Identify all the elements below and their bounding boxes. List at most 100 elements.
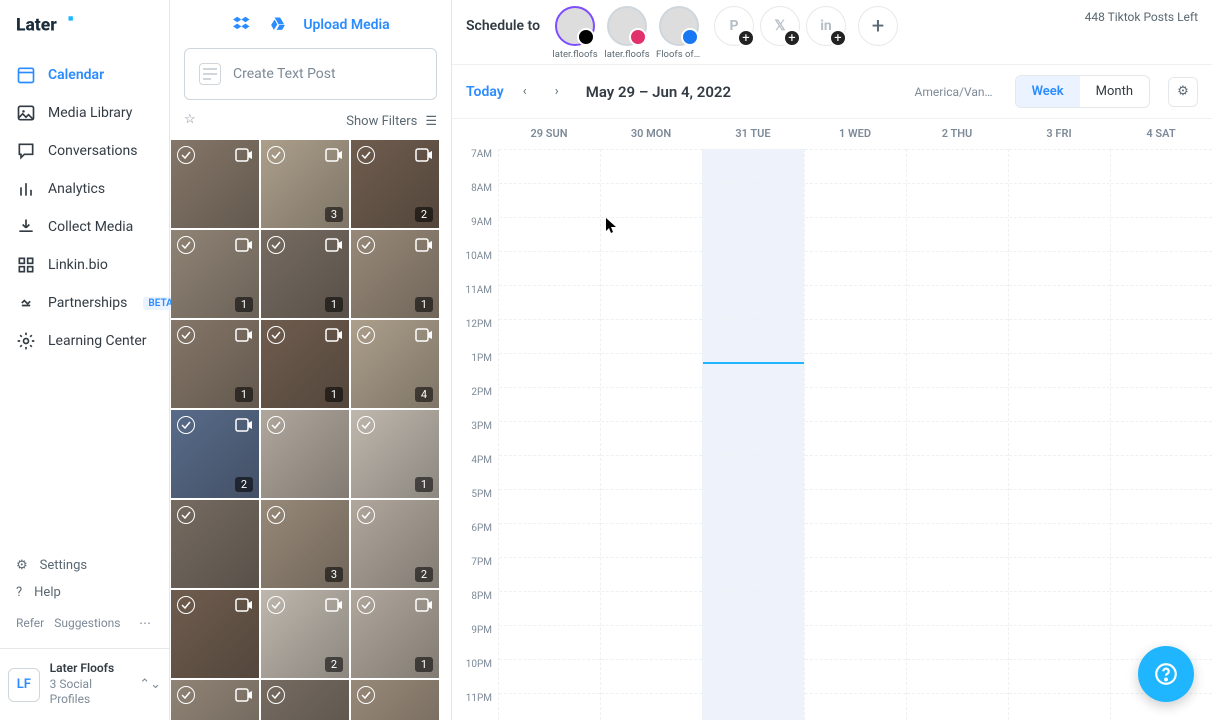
plus-icon: +	[829, 29, 847, 47]
timezone-label[interactable]: America/Van…	[915, 85, 993, 99]
video-icon	[235, 416, 253, 434]
create-text-post[interactable]: Create Text Post	[184, 48, 437, 100]
select-check-icon[interactable]	[267, 326, 285, 344]
help-link[interactable]: ?Help	[16, 579, 153, 606]
gdrive-icon[interactable]	[267, 14, 289, 36]
handshake-icon	[16, 293, 36, 313]
help-chat-button[interactable]	[1138, 646, 1194, 702]
select-check-icon[interactable]	[357, 236, 375, 254]
calendar-icon	[16, 65, 36, 85]
day-header: 31 TUE	[702, 119, 804, 149]
svg-text:Later: Later	[16, 15, 57, 35]
sidebar-item-collect-media[interactable]: Collect Media	[0, 208, 169, 246]
select-check-icon[interactable]	[357, 326, 375, 344]
media-thumbnail[interactable]: 1	[351, 410, 439, 498]
sidebar-item-media-library[interactable]: Media Library	[0, 94, 169, 132]
select-check-icon[interactable]	[177, 416, 195, 434]
refer-link[interactable]: Refer	[16, 616, 44, 630]
media-thumbnail[interactable]	[261, 680, 349, 720]
image-icon	[16, 103, 36, 123]
settings-link[interactable]: ⚙Settings	[16, 552, 153, 579]
more-icon[interactable]: ⋯	[139, 616, 153, 630]
select-check-icon[interactable]	[357, 686, 375, 704]
media-thumbnail[interactable]: 1	[351, 590, 439, 678]
sidebar-item-linkin-bio[interactable]: Linkin.bio	[0, 246, 169, 284]
select-check-icon[interactable]	[177, 596, 195, 614]
time-label: 10AM	[452, 251, 498, 285]
day-column[interactable]	[1110, 149, 1212, 720]
media-thumbnail[interactable]: 1	[261, 230, 349, 318]
select-check-icon[interactable]	[177, 236, 195, 254]
prev-week-button[interactable]: ‹	[514, 81, 536, 103]
day-column[interactable]	[804, 149, 906, 720]
date-range-label: May 29 – Jun 4, 2022	[586, 83, 731, 101]
video-icon	[415, 236, 433, 254]
select-check-icon[interactable]	[357, 596, 375, 614]
select-check-icon[interactable]	[267, 506, 285, 524]
month-view-button[interactable]: Month	[1080, 76, 1149, 107]
usage-count-badge: 1	[415, 297, 433, 312]
day-column[interactable]	[1008, 149, 1110, 720]
select-check-icon[interactable]	[357, 146, 375, 164]
day-column[interactable]	[906, 149, 1008, 720]
today-button[interactable]: Today	[466, 84, 504, 100]
week-view-button[interactable]: Week	[1016, 76, 1080, 107]
select-check-icon[interactable]	[177, 326, 195, 344]
select-check-icon[interactable]	[177, 506, 195, 524]
account-avatar-fb[interactable]	[659, 6, 699, 46]
day-column[interactable]	[498, 149, 600, 720]
sidebar-item-partnerships[interactable]: PartnershipsBETA	[0, 284, 169, 322]
profile-switcher[interactable]: LF Later Floofs 3 Social Profiles ⌃⌄	[0, 648, 169, 720]
media-thumbnail[interactable]	[171, 590, 259, 678]
sidebar-item-calendar[interactable]: Calendar	[0, 56, 169, 94]
day-header: 29 SUN	[498, 119, 600, 149]
select-check-icon[interactable]	[177, 686, 195, 704]
video-icon	[325, 596, 343, 614]
media-thumbnail[interactable]	[171, 500, 259, 588]
select-check-icon[interactable]	[357, 506, 375, 524]
media-thumbnail[interactable]: 3	[261, 140, 349, 228]
media-thumbnail[interactable]: 1	[171, 230, 259, 318]
media-thumbnail[interactable]: 1	[351, 230, 439, 318]
plus-icon: +	[737, 29, 755, 47]
media-thumbnail[interactable]: 2	[351, 140, 439, 228]
fb-badge-icon	[681, 28, 699, 46]
select-check-icon[interactable]	[267, 236, 285, 254]
select-check-icon[interactable]	[267, 686, 285, 704]
favorite-filter-icon[interactable]: ☆	[184, 112, 202, 130]
sidebar-item-analytics[interactable]: Analytics	[0, 170, 169, 208]
select-check-icon[interactable]	[177, 146, 195, 164]
next-week-button[interactable]: ›	[546, 81, 568, 103]
select-check-icon[interactable]	[267, 596, 285, 614]
account-avatar-tiktok[interactable]	[555, 6, 595, 46]
sidebar-item-conversations[interactable]: Conversations	[0, 132, 169, 170]
show-filters-button[interactable]: Show Filters ☰	[346, 114, 437, 129]
media-thumbnail[interactable]: 3	[261, 500, 349, 588]
media-thumbnail[interactable]: 2	[351, 500, 439, 588]
select-check-icon[interactable]	[267, 416, 285, 434]
day-column[interactable]	[702, 149, 804, 720]
calendar-settings-button[interactable]: ⚙	[1168, 77, 1198, 107]
media-thumbnail[interactable]	[171, 140, 259, 228]
add-social-button[interactable]: +	[858, 6, 898, 46]
upload-media-button[interactable]: Upload Media	[303, 17, 389, 33]
media-thumbnail[interactable]: 2	[171, 410, 259, 498]
add-linkedin-button[interactable]: in+	[806, 6, 846, 46]
media-thumbnail[interactable]: 1	[171, 320, 259, 408]
sidebar-item-learning-center[interactable]: Learning Center	[0, 322, 169, 360]
dropbox-icon[interactable]	[231, 14, 253, 36]
media-thumbnail[interactable]	[351, 680, 439, 720]
suggestions-link[interactable]: Suggestions	[54, 616, 120, 630]
day-column[interactable]	[600, 149, 702, 720]
media-thumbnail[interactable]: 4	[351, 320, 439, 408]
media-thumbnail[interactable]	[261, 410, 349, 498]
add-pinterest-button[interactable]: P+	[714, 6, 754, 46]
select-check-icon[interactable]	[357, 416, 375, 434]
add-twitter-button[interactable]: 𝕏+	[760, 6, 800, 46]
select-check-icon[interactable]	[267, 146, 285, 164]
download-icon	[16, 217, 36, 237]
media-thumbnail[interactable]	[171, 680, 259, 720]
media-thumbnail[interactable]: 1	[261, 320, 349, 408]
account-avatar-ig[interactable]	[607, 6, 647, 46]
media-thumbnail[interactable]: 2	[261, 590, 349, 678]
